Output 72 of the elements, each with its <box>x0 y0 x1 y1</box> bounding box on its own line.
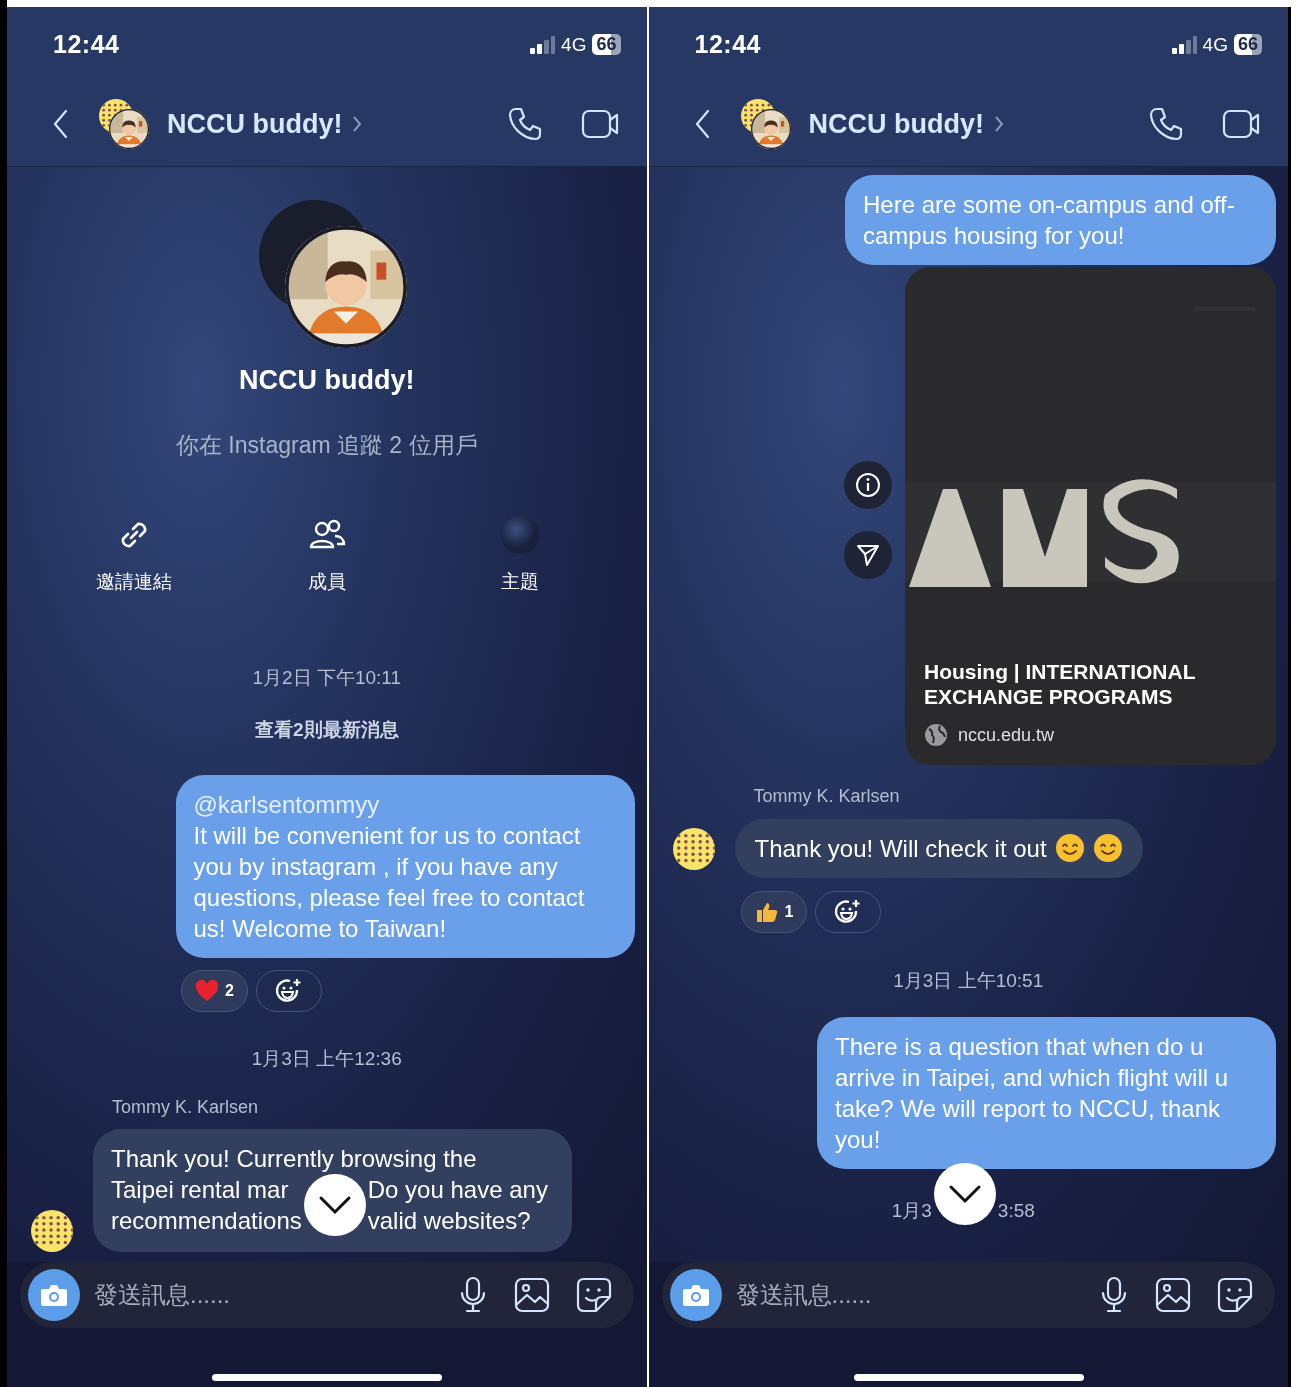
follow-info: 你在 Instagram 追蹤 2 位用戶 <box>175 431 478 460</box>
avatar <box>672 827 715 870</box>
link-domain: nccu.edu.tw <box>958 724 1055 746</box>
link-preview-card[interactable]: Housing | INTERNATIONAL EXCHANGE PROGRAMS nccu.edu.tw <box>905 267 1276 765</box>
info-icon[interactable] <box>855 472 881 498</box>
message-bubble: There is a question that when do u arrive in Taipei, and which flight will u take? We will report to NCCU, thank you! <box>817 1017 1276 1169</box>
battery-level: 66 <box>1233 34 1262 55</box>
chevron-right-icon[interactable] <box>352 115 363 133</box>
chat-title[interactable]: NCCU buddy! <box>167 108 343 140</box>
timestamp: 3:58 <box>997 1200 1035 1222</box>
camera-icon <box>40 1283 68 1307</box>
info-button[interactable] <box>844 461 892 509</box>
members-button[interactable]: 成員 <box>251 515 402 595</box>
timestamp: 1月3 <box>891 1200 932 1222</box>
link-title: Housing | INTERNATIONAL EXCHANGE PROGRAMS <box>923 659 1197 709</box>
message-input[interactable]: 發送訊息...... <box>94 1281 458 1309</box>
chevron-down-icon <box>947 1184 982 1204</box>
theme-button[interactable]: 主題 <box>444 515 595 595</box>
status-time: 12:44 <box>53 30 120 59</box>
message-input[interactable]: 發送訊息...... <box>735 1281 1099 1309</box>
signal-icon <box>529 35 556 54</box>
network-label: 4G <box>1202 33 1228 56</box>
chat-title[interactable]: NCCU buddy! <box>808 108 984 140</box>
invite-link-button[interactable]: 邀請連結 <box>58 515 209 595</box>
signal-icon <box>1170 35 1197 54</box>
thumbs-up-icon <box>754 900 779 924</box>
message-bubble: @karlsentommyy It will be convenient for us to contact you by instagram , if you have any questions, please feel free to contact us! Welcome to Taiwan! <box>175 775 635 958</box>
sender-name: Tommy K. Karlsen <box>753 786 901 806</box>
timestamp: 1月2日 下午10:11 <box>252 667 402 689</box>
smiling-face-icon <box>1054 833 1085 863</box>
message-text: Do you have any <box>367 1175 548 1205</box>
sticker-icon[interactable] <box>575 1277 612 1313</box>
network-label: 4G <box>561 33 587 56</box>
microphone-icon[interactable] <box>1099 1276 1129 1314</box>
avatar <box>31 1210 73 1252</box>
reaction-pill[interactable]: 2 <box>181 970 248 1012</box>
camera-button[interactable] <box>669 1269 722 1321</box>
message-text: Thank you! Will check it out <box>754 835 1047 862</box>
heart-icon <box>195 980 219 1002</box>
message-text: Thank you! Currently browsing the <box>111 1144 478 1174</box>
sender-name: Tommy K. Karlsen <box>112 1097 260 1117</box>
video-camera-icon[interactable] <box>580 108 621 140</box>
globe-icon <box>924 723 948 747</box>
timestamp: 1月3日 上午10:51 <box>893 970 1044 992</box>
group-name: NCCU buddy! <box>239 364 415 397</box>
gallery-icon[interactable] <box>1155 1277 1191 1313</box>
message-text: valid websites? <box>367 1206 532 1236</box>
sticker-icon[interactable] <box>1217 1277 1253 1313</box>
smiling-face-icon <box>1092 833 1123 863</box>
timestamp: 1月3日 上午12:36 <box>251 1048 402 1070</box>
chevron-down-icon <box>317 1195 352 1215</box>
message-text: recommendations <box>111 1206 302 1236</box>
camera-button[interactable] <box>28 1269 80 1321</box>
message-bubble: Here are some on-campus and off-campus housing for you! <box>845 175 1276 265</box>
battery-level: 66 <box>592 34 621 55</box>
gallery-icon[interactable] <box>513 1277 550 1313</box>
camera-icon <box>681 1283 710 1307</box>
status-time: 12:44 <box>694 30 761 59</box>
chevron-right-icon[interactable] <box>994 115 1004 133</box>
theme-icon <box>499 515 540 555</box>
reaction-pill[interactable]: 1 <box>740 891 808 933</box>
phone-icon[interactable] <box>1148 106 1184 142</box>
video-camera-icon[interactable] <box>1222 108 1262 140</box>
message-field[interactable]: 發送訊息...... <box>20 1262 634 1328</box>
message-text: Taipei rental mar <box>111 1175 290 1205</box>
new-messages-link[interactable]: 查看2則最新消息 <box>254 719 399 741</box>
share-button[interactable] <box>844 531 892 579</box>
add-reaction-icon <box>274 977 303 1005</box>
message-field[interactable]: 發送訊息...... <box>661 1262 1275 1328</box>
send-icon[interactable] <box>855 542 881 568</box>
add-reaction-icon <box>834 898 863 926</box>
phone-icon[interactable] <box>506 106 543 142</box>
